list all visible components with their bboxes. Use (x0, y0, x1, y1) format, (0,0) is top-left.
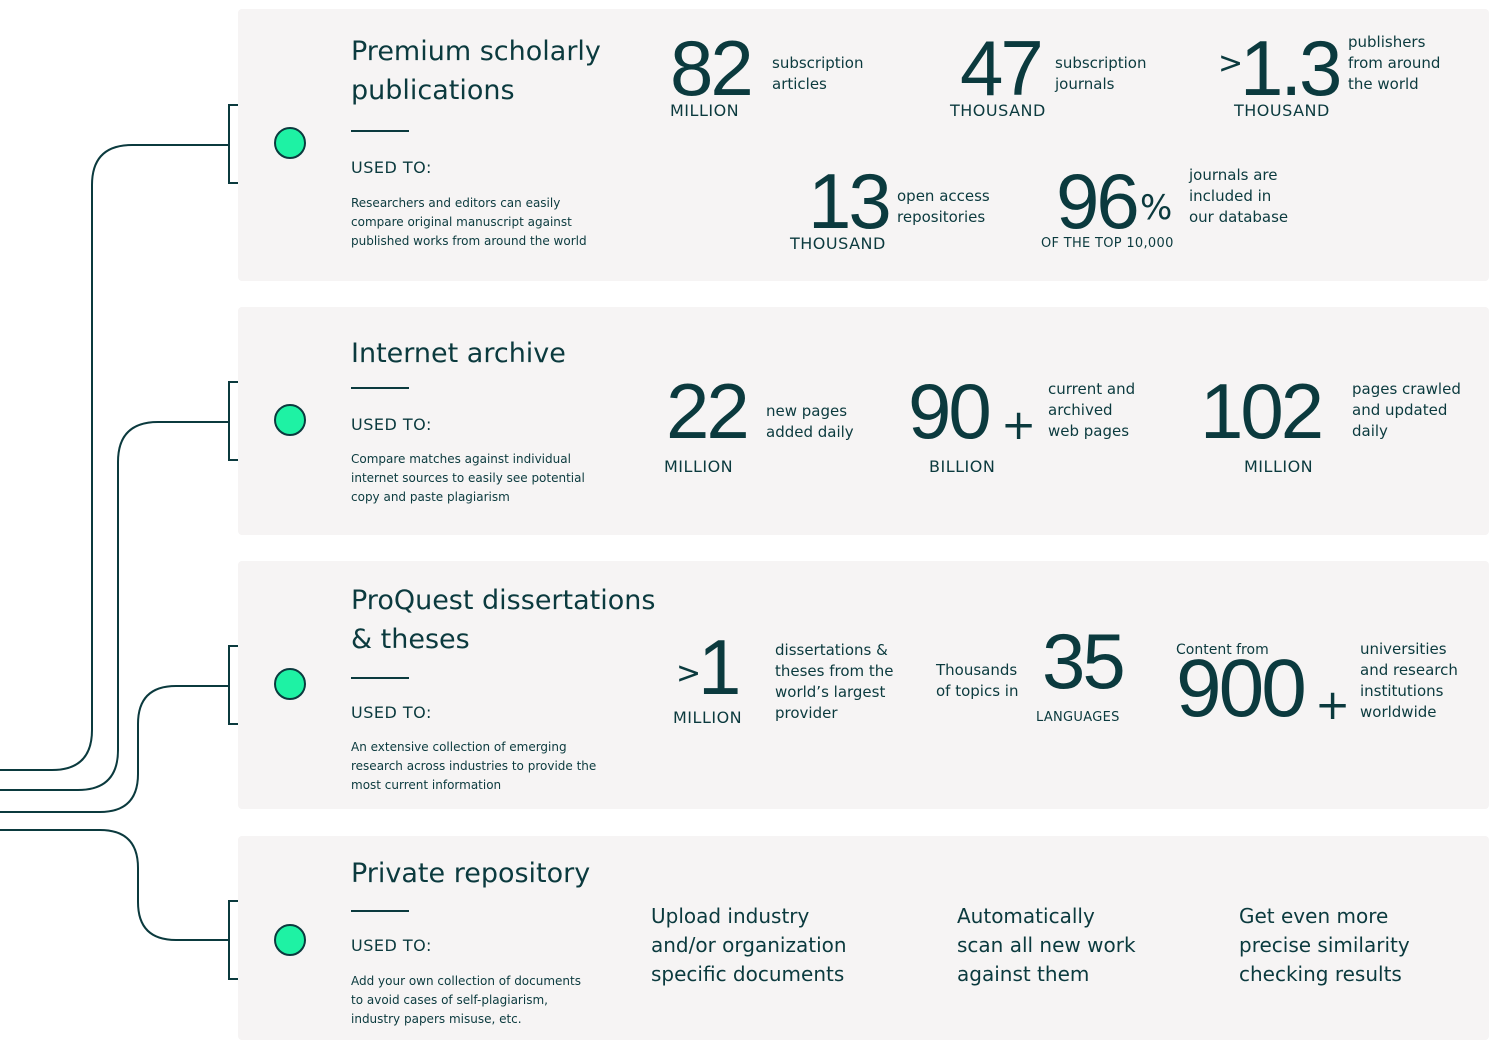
stat-value: 47 (960, 24, 1044, 112)
stat-unit: THOUSAND (950, 101, 1046, 120)
stat-value: 13 (808, 157, 892, 245)
stat-suffix: + (1315, 680, 1351, 729)
stat-value: 96 (1056, 157, 1140, 245)
proquest-used-to: USED TO: (351, 703, 432, 722)
stat-unit: MILLION (670, 101, 740, 120)
stat-label: universities and research institutions w… (1360, 640, 1458, 721)
proquest-rule (351, 677, 409, 679)
proquest-status-dot (274, 668, 306, 700)
private-status-dot (274, 924, 306, 956)
stat-label: subscription journals (1055, 54, 1147, 93)
internet-used-to: USED TO: (351, 415, 432, 434)
private-feature: Upload industry and/or organization spec… (651, 904, 847, 986)
stat-label: publishers from around the world (1348, 33, 1441, 93)
stat-value: 35 (1042, 617, 1126, 705)
stat-suffix: % (1140, 188, 1173, 228)
internet-title: Internet archive (351, 338, 566, 369)
stat-value: 22 (666, 367, 750, 455)
private-feature: Automatically scan all new work against … (957, 904, 1136, 986)
internet-rule (351, 387, 409, 389)
private-title: Private repository (351, 858, 591, 889)
proquest-description: An extensive collection of emerging rese… (351, 740, 597, 792)
stat-label: pages crawled and updated daily (1352, 380, 1461, 440)
stat-value: 1 (698, 623, 741, 711)
stat-unit: THOUSAND (1234, 101, 1330, 120)
stat-unit: LANGUAGES (1036, 710, 1120, 725)
stat-pre-label: Thousands of topics in (936, 661, 1019, 700)
premium-rule (351, 130, 409, 132)
stat-label: new pages added daily (766, 402, 854, 441)
premium-status-dot (274, 127, 306, 159)
internet-description: Compare matches against individual inter… (351, 452, 585, 504)
stat-unit: MILLION (673, 708, 743, 727)
stat-value: 1.3 (1240, 24, 1342, 112)
stat-value: 102 (1200, 367, 1324, 455)
stat-unit: MILLION (1244, 457, 1314, 476)
stat-label: subscription articles (772, 54, 864, 93)
stat-unit: BILLION (929, 457, 996, 476)
stat-suffix: + (1001, 400, 1037, 449)
stat-value: 90 (908, 367, 992, 455)
premium-title: Premium scholarly publications (351, 36, 601, 106)
stat-value: 900 (1176, 643, 1307, 734)
stat-label: dissertations & theses from the world’s … (775, 641, 894, 722)
stat-label: current and archived web pages (1048, 380, 1136, 440)
private-description: Add your own collection of documents to … (351, 974, 581, 1026)
private-rule (351, 910, 409, 912)
premium-description: Researchers and editors can easily compa… (351, 196, 587, 248)
stat-label: journals are included in our database (1189, 166, 1289, 226)
proquest-title: ProQuest dissertations & theses (351, 585, 656, 655)
stat-unit: MILLION (664, 457, 734, 476)
stat-label: open access repositories (897, 187, 990, 226)
private-used-to: USED TO: (351, 936, 432, 955)
stat-unit: OF THE TOP 10,000 (1041, 236, 1174, 251)
internet-status-dot (274, 404, 306, 436)
stat-unit: THOUSAND (790, 234, 886, 253)
private-feature: Get even more precise similarity checkin… (1239, 904, 1410, 986)
premium-used-to: USED TO: (351, 158, 432, 177)
stat-value: 82 (670, 24, 754, 112)
